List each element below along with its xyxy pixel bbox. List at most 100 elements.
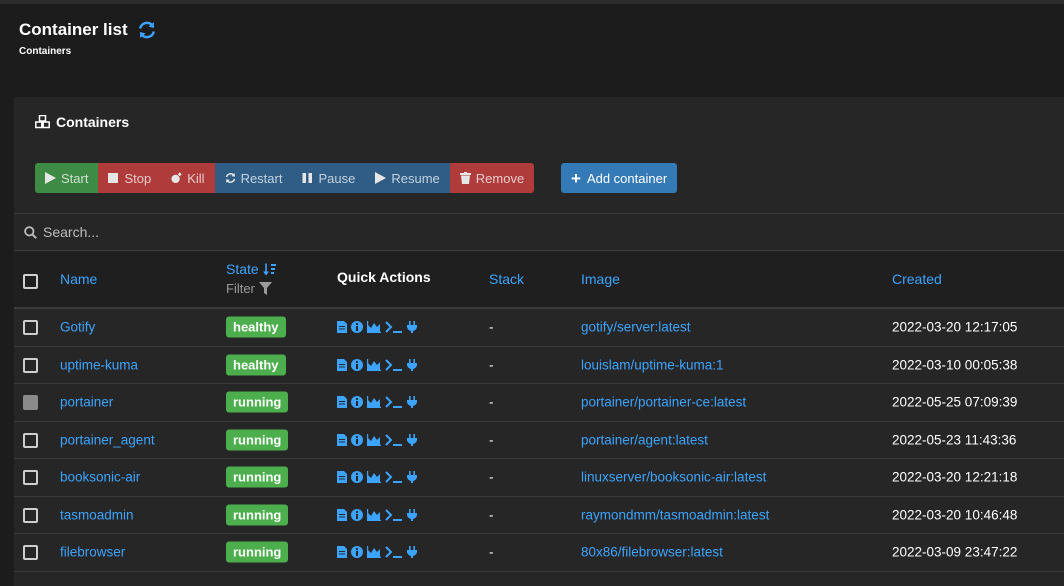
column-created[interactable]: Created	[892, 271, 942, 287]
console-icon[interactable]	[385, 434, 403, 446]
attach-icon[interactable]	[407, 471, 417, 484]
logs-icon[interactable]	[337, 396, 347, 409]
start-button-label: Start	[61, 170, 89, 186]
attach-icon[interactable]	[407, 396, 417, 409]
status-badge: running	[226, 504, 289, 526]
filter-icon	[258, 282, 272, 295]
stats-icon[interactable]	[367, 396, 381, 409]
table-header: Name State Filter Quick Actions Stack Im…	[14, 252, 1064, 309]
logs-icon[interactable]	[337, 433, 347, 446]
stack-value: -	[489, 507, 494, 523]
widget-title: Containers	[35, 114, 129, 130]
image-link[interactable]: 80x86/filebrowser:latest	[581, 545, 723, 560]
row-checkbox[interactable]	[23, 432, 38, 448]
add-container-button[interactable]: + Add container	[561, 163, 678, 193]
start-button[interactable]: Start	[35, 163, 99, 193]
row-checkbox[interactable]	[23, 357, 38, 373]
attach-icon[interactable]	[407, 508, 417, 521]
inspect-icon[interactable]	[351, 433, 363, 446]
row-checkbox[interactable]	[23, 470, 38, 485]
restart-button[interactable]: Restart	[214, 163, 293, 193]
column-stack[interactable]: Stack	[489, 271, 524, 287]
refresh-icon[interactable]	[137, 20, 157, 40]
stop-button[interactable]: Stop	[98, 163, 162, 193]
pause-icon	[302, 173, 313, 183]
inspect-icon[interactable]	[351, 321, 363, 334]
image-link[interactable]: raymondmm/tasmoadmin:latest	[581, 507, 769, 522]
container-name-link[interactable]: portainer	[60, 395, 113, 410]
stack-value: -	[489, 432, 494, 448]
row-checkbox[interactable]	[23, 545, 38, 560]
quick-actions	[337, 433, 417, 446]
console-icon[interactable]	[385, 509, 403, 521]
console-icon[interactable]	[385, 321, 403, 334]
attach-icon[interactable]	[407, 321, 417, 334]
restart-icon	[225, 172, 235, 184]
container-name-link[interactable]: filebrowser	[60, 545, 125, 560]
kill-button-label: Kill	[187, 170, 205, 186]
console-icon[interactable]	[385, 471, 403, 484]
row-checkbox[interactable]	[23, 507, 38, 523]
logs-icon[interactable]	[337, 508, 347, 521]
stats-icon[interactable]	[367, 508, 381, 521]
stats-icon[interactable]	[367, 471, 381, 484]
image-link[interactable]: louislam/uptime-kuma:1	[581, 357, 724, 372]
container-name-link[interactable]: portainer_agent	[60, 432, 155, 447]
column-state-label: State	[226, 261, 259, 277]
search-input[interactable]	[43, 224, 943, 240]
column-state[interactable]: State Filter	[226, 261, 277, 296]
stack-value: -	[489, 394, 494, 410]
bomb-icon	[171, 172, 182, 184]
container-name-link[interactable]: tasmoadmin	[60, 507, 134, 522]
console-icon[interactable]	[385, 396, 403, 409]
remove-button[interactable]: Remove	[449, 163, 535, 193]
logs-icon[interactable]	[337, 358, 347, 371]
inspect-icon[interactable]	[351, 396, 363, 409]
table-row: portainer running - portainer/portainer-…	[14, 384, 1064, 422]
console-icon[interactable]	[385, 546, 403, 559]
attach-icon[interactable]	[407, 433, 417, 446]
logs-icon[interactable]	[337, 471, 347, 484]
image-link[interactable]: portainer/agent:latest	[581, 432, 708, 447]
quick-actions	[337, 508, 417, 521]
column-name[interactable]: Name	[60, 271, 97, 287]
container-name-link[interactable]: booksonic-air	[60, 470, 140, 485]
image-link[interactable]: linuxserver/booksonic-air:latest	[581, 470, 766, 485]
stats-icon[interactable]	[367, 433, 381, 446]
table-row: filebrowser running - 80x86/filebrowser:…	[14, 534, 1064, 572]
image-link[interactable]: portainer/portainer-ce:latest	[581, 395, 746, 410]
stats-icon[interactable]	[367, 546, 381, 559]
page-title: Container list	[19, 20, 128, 39]
pause-button[interactable]: Pause	[292, 163, 366, 193]
inspect-icon[interactable]	[351, 508, 363, 521]
logs-icon[interactable]	[337, 321, 347, 334]
inspect-icon[interactable]	[351, 358, 363, 371]
stack-value: -	[489, 469, 494, 485]
search-bar	[14, 213, 1064, 251]
container-name-link[interactable]: Gotify	[60, 320, 95, 335]
inspect-icon[interactable]	[351, 546, 363, 559]
resume-button[interactable]: Resume	[365, 163, 450, 193]
logs-icon[interactable]	[337, 546, 347, 559]
inspect-icon[interactable]	[351, 471, 363, 484]
stop-icon	[108, 173, 119, 183]
trash-icon	[459, 172, 471, 184]
stats-icon[interactable]	[367, 321, 381, 334]
created-date: 2022-03-20 10:46:48	[892, 507, 1018, 523]
column-image[interactable]: Image	[581, 271, 620, 287]
row-checkbox[interactable]	[23, 320, 38, 335]
attach-icon[interactable]	[407, 358, 417, 371]
search-icon	[24, 225, 37, 239]
console-icon[interactable]	[385, 359, 403, 371]
add-container-label: Add container	[586, 170, 668, 186]
quick-actions	[337, 471, 417, 484]
table-row: tasmoadmin running - raymondmm/tasmoadmi…	[14, 497, 1064, 534]
play-icon	[375, 172, 387, 184]
image-link[interactable]: gotify/server:latest	[581, 320, 691, 335]
container-name-link[interactable]: uptime-kuma	[60, 357, 138, 372]
attach-icon[interactable]	[407, 546, 417, 559]
kill-button[interactable]: Kill	[161, 163, 215, 193]
select-all-checkbox[interactable]	[23, 274, 38, 289]
stats-icon[interactable]	[367, 358, 381, 371]
state-filter[interactable]: Filter	[226, 281, 277, 296]
